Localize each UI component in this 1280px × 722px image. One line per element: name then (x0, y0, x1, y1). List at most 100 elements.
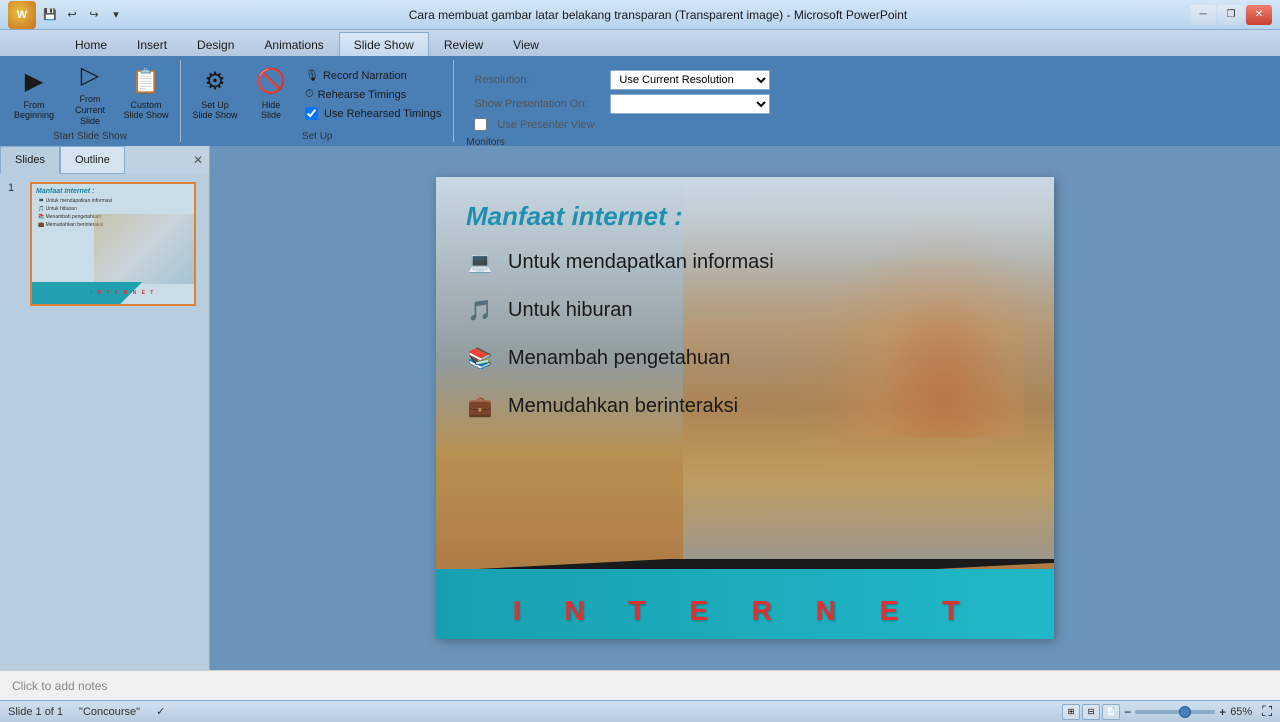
custom-show-label: Custom Slide Show (123, 100, 168, 122)
tab-review[interactable]: Review (429, 32, 498, 56)
custom-slide-show-button[interactable]: 📋 Custom Slide Show (120, 65, 172, 125)
restore-button[interactable]: ❒ (1218, 5, 1244, 25)
from-beginning-label: From Beginning (14, 100, 54, 122)
rehearsed-checkbox[interactable] (305, 107, 318, 120)
rehearse-icon: ⏱ (305, 88, 314, 101)
preview-item-1: 💻 Untuk mendapatkan informasi (32, 197, 194, 205)
theme-info: "Concourse" (79, 706, 140, 718)
normal-view-button[interactable]: ⊞ (1062, 704, 1080, 720)
group-setup: ⚙ Set Up Slide Show 🚫 Hide Slide 🎙 Recor… (181, 60, 454, 142)
preview-title: Manfaat Internet : (32, 184, 194, 197)
rehearse-label: Rehearse Timings (318, 89, 407, 101)
slides-panel: Slides Outline ✕ 1 Manfaat Internet : 💻 … (0, 146, 210, 670)
undo-button[interactable]: ↩ (62, 5, 82, 25)
tab-design[interactable]: Design (182, 32, 249, 56)
presenter-view-label: Use Presenter View (497, 119, 627, 131)
setup-label: Set Up Slide Show (192, 100, 237, 122)
resolution-select[interactable]: Use Current Resolution (610, 70, 770, 90)
show-on-select[interactable] (610, 94, 770, 114)
checkmark-icon: ✓ (156, 705, 165, 718)
from-current-label: From Current Slide (65, 94, 115, 126)
slide-item-4: 💼 Memudahkan berinteraksi (466, 392, 1024, 420)
tab-animations[interactable]: Animations (249, 32, 338, 56)
quick-access-toolbar: 💾 ↩ ↪ ▾ (40, 5, 126, 25)
redo-button[interactable]: ↪ (84, 5, 104, 25)
main-slide[interactable]: Manfaat internet : 💻 Untuk mendapatkan i… (436, 177, 1054, 639)
start-slideshow-buttons: ▶ From Beginning ▷ From Current Slide 📋 … (8, 60, 172, 129)
slide-item-2: 🎵 Untuk hiburan (466, 296, 1024, 324)
notes-area[interactable]: Click to add notes (0, 670, 1280, 700)
zoom-thumb (1179, 706, 1191, 718)
from-beginning-icon: ▶ (25, 68, 43, 97)
zoom-out-button[interactable]: − (1124, 705, 1131, 719)
setup-icon: ⚙ (204, 68, 226, 97)
rehearse-timings-button[interactable]: ⏱ Rehearse Timings (301, 86, 445, 103)
tab-insert[interactable]: Insert (122, 32, 182, 56)
minimize-button[interactable]: ─ (1190, 5, 1216, 25)
record-label: Record Narration (323, 70, 407, 82)
status-bar-right: ⊞ ⊟ 📄 − + 65% ⛶ (1062, 703, 1272, 720)
status-bar: Slide 1 of 1 "Concourse" ✓ ⊞ ⊟ 📄 − + 65%… (0, 700, 1280, 722)
window-controls: ─ ❒ ✕ (1190, 5, 1272, 25)
panel-close-button[interactable]: ✕ (187, 146, 209, 174)
zoom-level: 65% (1230, 706, 1258, 718)
show-on-row: Show Presentation On: (474, 94, 770, 114)
item-4-icon: 💼 (466, 392, 494, 420)
zoom-control: − + 65% (1124, 705, 1258, 719)
monitors-options: Resolution: Use Current Resolution Show … (466, 66, 778, 135)
close-button[interactable]: ✕ (1246, 5, 1272, 25)
slide-preview-1[interactable]: Manfaat Internet : 💻 Untuk mendapatkan i… (30, 182, 196, 306)
slide-title: Manfaat internet : (466, 201, 1024, 232)
hide-label: Hide Slide (261, 100, 281, 122)
rehearsed-label: Use Rehearsed Timings (324, 108, 441, 120)
customize-button[interactable]: ▾ (106, 5, 126, 25)
zoom-slider[interactable] (1135, 710, 1215, 714)
item-2-text: Untuk hiburan (508, 299, 633, 322)
slides-list: 1 Manfaat Internet : 💻 Untuk mendapatkan… (0, 174, 209, 670)
tab-home[interactable]: Home (60, 32, 122, 56)
reading-view-button[interactable]: 📄 (1102, 704, 1120, 720)
slide-number: 1 (8, 182, 24, 194)
from-current-slide-button[interactable]: ▷ From Current Slide (64, 65, 116, 125)
use-rehearsed-timings-button[interactable]: Use Rehearsed Timings (301, 105, 445, 122)
from-beginning-button[interactable]: ▶ From Beginning (8, 65, 60, 125)
hide-slide-button[interactable]: 🚫 Hide Slide (245, 65, 297, 125)
set-up-slide-show-button[interactable]: ⚙ Set Up Slide Show (189, 65, 241, 125)
slides-panel-tabs: Slides Outline ✕ (0, 146, 209, 174)
presenter-view-checkbox[interactable] (474, 118, 487, 131)
ribbon-content: ▶ From Beginning ▷ From Current Slide 📋 … (0, 56, 1280, 146)
hide-icon: 🚫 (256, 68, 286, 97)
resolution-row: Resolution: Use Current Resolution (474, 70, 770, 90)
slide-item-1: 💻 Untuk mendapatkan informasi (466, 248, 1024, 276)
tab-view[interactable]: View (498, 32, 554, 56)
group-start-slideshow: ▶ From Beginning ▷ From Current Slide 📋 … (0, 60, 181, 142)
tab-slideshow[interactable]: Slide Show (339, 32, 429, 56)
item-2-icon: 🎵 (466, 296, 494, 324)
custom-show-icon: 📋 (131, 68, 161, 97)
start-slideshow-label: Start Slide Show (53, 129, 127, 142)
slide-internet-text: I N T E R N E T (436, 595, 1054, 627)
notes-placeholder: Click to add notes (12, 679, 107, 693)
slide-info: Slide 1 of 1 (8, 706, 63, 718)
title-bar-left: W 💾 ↩ ↪ ▾ (8, 1, 126, 29)
slide-sorter-button[interactable]: ⊟ (1082, 704, 1100, 720)
zoom-in-button[interactable]: + (1219, 705, 1226, 719)
record-narration-button[interactable]: 🎙 Record Narration (301, 67, 445, 84)
window-title: Cara membuat gambar latar belakang trans… (126, 8, 1190, 22)
slides-tab[interactable]: Slides (0, 146, 60, 174)
fit-window-button[interactable]: ⛶ (1262, 703, 1272, 720)
item-4-text: Memudahkan berinteraksi (508, 395, 738, 418)
item-3-icon: 📚 (466, 344, 494, 372)
preview-internet: I N T E R N E T (91, 290, 156, 296)
content-area: Manfaat internet : 💻 Untuk mendapatkan i… (210, 146, 1280, 670)
resolution-label: Resolution: (474, 74, 604, 86)
setup-label: Set Up (302, 129, 333, 142)
item-1-text: Untuk mendapatkan informasi (508, 251, 774, 274)
slide-item-3: 📚 Menambah pengetahuan (466, 344, 1024, 372)
slide-thumb-1[interactable]: 1 Manfaat Internet : 💻 Untuk mendapatkan… (8, 182, 201, 306)
save-button[interactable]: 💾 (40, 5, 60, 25)
presenter-view-row: Use Presenter View (474, 118, 770, 131)
main-area: Slides Outline ✕ 1 Manfaat Internet : 💻 … (0, 146, 1280, 670)
outline-tab[interactable]: Outline (60, 146, 125, 174)
office-button[interactable]: W (8, 1, 36, 29)
